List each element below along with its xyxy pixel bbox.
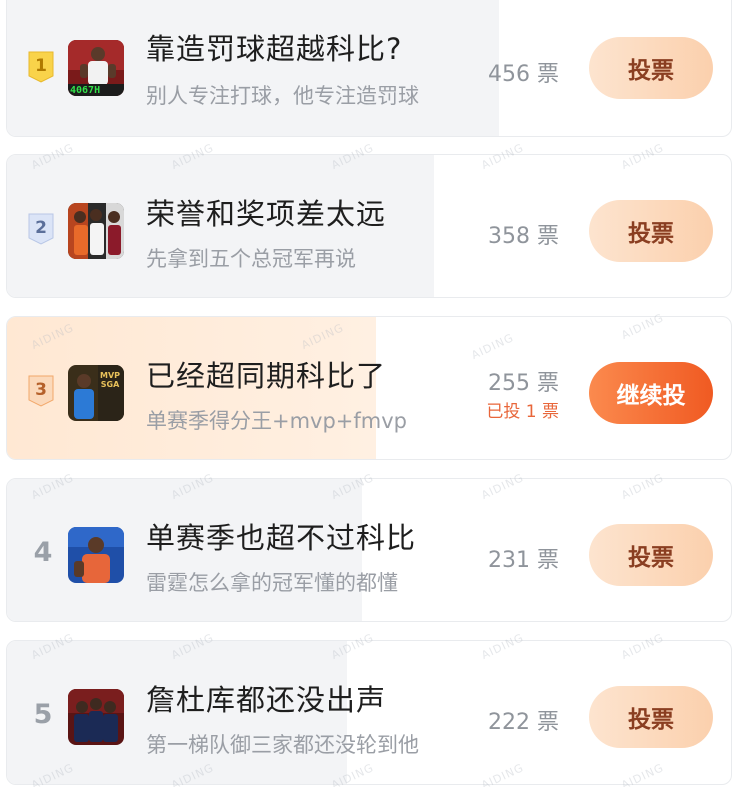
continue-vote-button[interactable]: 继续投 <box>589 362 713 424</box>
vote-button[interactable]: 投票 <box>589 200 713 262</box>
item-subtitle: 单赛季得分王+mvp+fmvp <box>146 409 408 433</box>
rank-badge-gold: 1 <box>27 50 55 84</box>
avatar-thumbnail <box>68 203 124 259</box>
voted-indicator: 已投 1 票 <box>486 402 559 422</box>
avatar-thumbnail: 4067H <box>68 40 124 96</box>
vote-button[interactable]: 投票 <box>589 524 713 586</box>
vote-button[interactable]: 投票 <box>589 37 713 99</box>
thumbnail-caption: 4067H <box>70 85 101 96</box>
avatar-thumbnail <box>68 527 124 583</box>
item-title: 詹杜库都还没出声 <box>146 683 387 717</box>
vote-item-4[interactable]: 4 单赛季也超不过科比 雷霆怎么拿的冠军懂的都懂 231 票 投票 <box>6 478 732 622</box>
rank-badge-silver: 2 <box>27 212 55 246</box>
vote-item-5[interactable]: 5 詹杜库都还没出声 第一梯队御三家都还没轮到他 222 票 投票 <box>6 640 732 785</box>
vote-count: 456 票 <box>488 62 559 87</box>
vote-count: 231 票 <box>488 548 559 573</box>
rank-number: 1 <box>35 55 47 76</box>
item-title: 靠造罚球超越科比? <box>146 32 403 66</box>
vote-count: 358 票 <box>488 224 559 249</box>
item-subtitle: 先拿到五个总冠军再说 <box>146 247 356 271</box>
avatar-thumbnail: MVP SGA <box>68 365 124 421</box>
rank-badge-bronze: 3 <box>27 374 55 408</box>
item-title: 单赛季也超不过科比 <box>146 521 417 555</box>
avatar-thumbnail <box>68 689 124 745</box>
rank-number: 3 <box>35 379 47 400</box>
rank-number: 5 <box>33 699 53 730</box>
item-title: 荣誉和奖项差太远 <box>146 197 387 231</box>
item-title: 已经超同期科比了 <box>146 359 387 393</box>
vote-item-1[interactable]: 1 4067H 靠造罚球超越科比? 别人专注打球，他专注造罚球 456 票 投票 <box>6 0 732 137</box>
rank-number: 4 <box>33 537 53 568</box>
rank-number: 2 <box>35 217 47 238</box>
thumbnail-caption: MVP SGA <box>99 371 120 389</box>
item-subtitle: 别人专注打球，他专注造罚球 <box>146 84 419 108</box>
item-subtitle: 第一梯队御三家都还没轮到他 <box>146 733 419 757</box>
vote-count: 222 票 <box>488 710 559 735</box>
vote-item-2[interactable]: 2 荣誉和奖项差太远 先拿到五个总冠军再说 358 票 投票 <box>6 154 732 298</box>
vote-button[interactable]: 投票 <box>589 686 713 748</box>
item-subtitle: 雷霆怎么拿的冠军懂的都懂 <box>146 571 398 595</box>
vote-count: 255 票 <box>488 371 559 396</box>
vote-item-3[interactable]: 3 MVP SGA 已经超同期科比了 单赛季得分王+mvp+fmvp 255 票… <box>6 316 732 460</box>
